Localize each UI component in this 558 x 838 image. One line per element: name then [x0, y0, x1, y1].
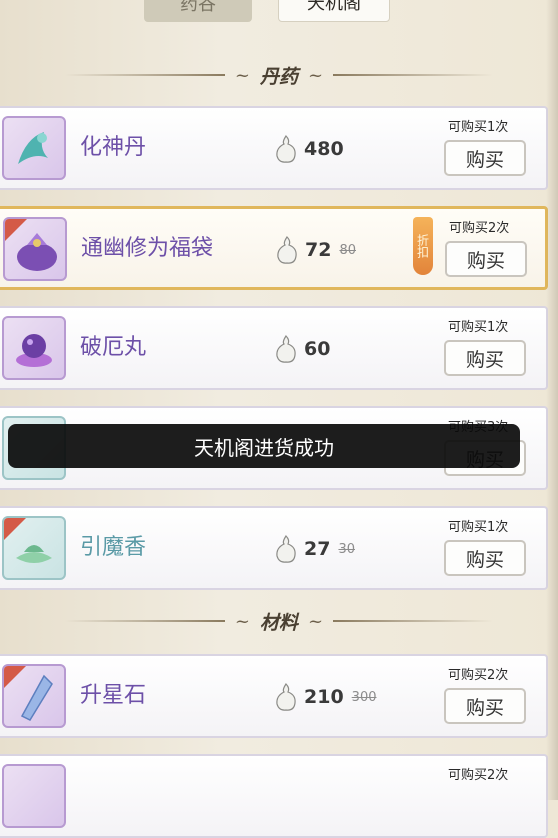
purchase-limit: 可购买2次	[448, 768, 509, 783]
section-title: 丹药	[259, 65, 298, 88]
buy-button[interactable]: 购买	[444, 340, 526, 376]
discount-tag: 折扣	[413, 217, 433, 275]
spirit-stone-icon	[276, 135, 296, 163]
shop-row-featured: 通幽修为福袋 72 80 折扣 可购买2次 购买	[0, 206, 548, 290]
top-tab-bar: 药谷 天机阁	[0, 0, 558, 24]
price: 480	[272, 132, 344, 166]
purchase-limit: 可购买1次	[448, 120, 509, 135]
shop-row: 升星石 210 300 可购买2次 购买	[0, 654, 548, 738]
buy-button[interactable]: 购买	[444, 140, 526, 176]
shop-row: 破厄丸 60 可购买1次 购买	[0, 306, 548, 390]
price: 72 80	[273, 233, 356, 267]
price-value: 480	[304, 138, 344, 160]
section-title: 材料	[259, 611, 298, 634]
price-value: 60	[304, 338, 331, 360]
spirit-stone-icon	[276, 683, 296, 711]
rarity-corner	[4, 666, 26, 688]
buy-button[interactable]: 购买	[444, 688, 526, 724]
shop-row: 引魔香 27 30 可购买1次 购买	[0, 506, 548, 590]
purchase-limit: 可购买2次	[449, 221, 510, 236]
item-name: 通幽修为福袋	[81, 236, 214, 261]
purchase-limit: 可购买2次	[448, 668, 509, 683]
toast-message: 天机阁进货成功	[8, 424, 520, 468]
herb-icon	[2, 116, 66, 180]
item-name: 化神丹	[80, 135, 147, 160]
price: 210 300	[272, 680, 377, 714]
tab-tianji-pavilion[interactable]: 天机阁	[278, 0, 390, 22]
incense-icon	[2, 516, 66, 580]
rarity-corner	[5, 219, 27, 241]
star-stone-icon	[2, 664, 66, 728]
price: 60	[272, 332, 330, 366]
price-value: 27	[304, 538, 331, 560]
item-name: 升星石	[80, 683, 147, 708]
lucky-bag-icon	[3, 217, 67, 281]
buy-button[interactable]: 购买	[444, 540, 526, 576]
original-price: 30	[338, 541, 355, 557]
rarity-corner	[4, 518, 26, 540]
edge-shadow	[546, 0, 558, 800]
spirit-stone-icon	[277, 236, 297, 264]
original-price: 300	[351, 689, 377, 705]
tab-herb-valley[interactable]: 药谷	[144, 0, 252, 22]
purchase-limit: 可购买1次	[448, 320, 509, 335]
item-icon	[2, 764, 66, 828]
price-value: 72	[305, 239, 332, 261]
section-header-materials: ~ 材料 ~	[0, 606, 558, 636]
shop-row: 可购买2次	[0, 754, 548, 838]
buy-button[interactable]: 购买	[445, 241, 527, 277]
shop-row: 化神丹 480 可购买1次 购买	[0, 106, 548, 190]
purchase-limit: 可购买1次	[448, 520, 509, 535]
price: 27 30	[272, 532, 355, 566]
original-price: 80	[339, 242, 356, 258]
price-value: 210	[304, 686, 344, 708]
spirit-stone-icon	[276, 535, 296, 563]
item-name: 引魔香	[80, 535, 147, 560]
section-header-pills: ~ 丹药 ~	[0, 60, 558, 90]
item-name: 破厄丸	[80, 335, 147, 360]
spirit-stone-icon	[276, 335, 296, 363]
pill-icon	[2, 316, 66, 380]
